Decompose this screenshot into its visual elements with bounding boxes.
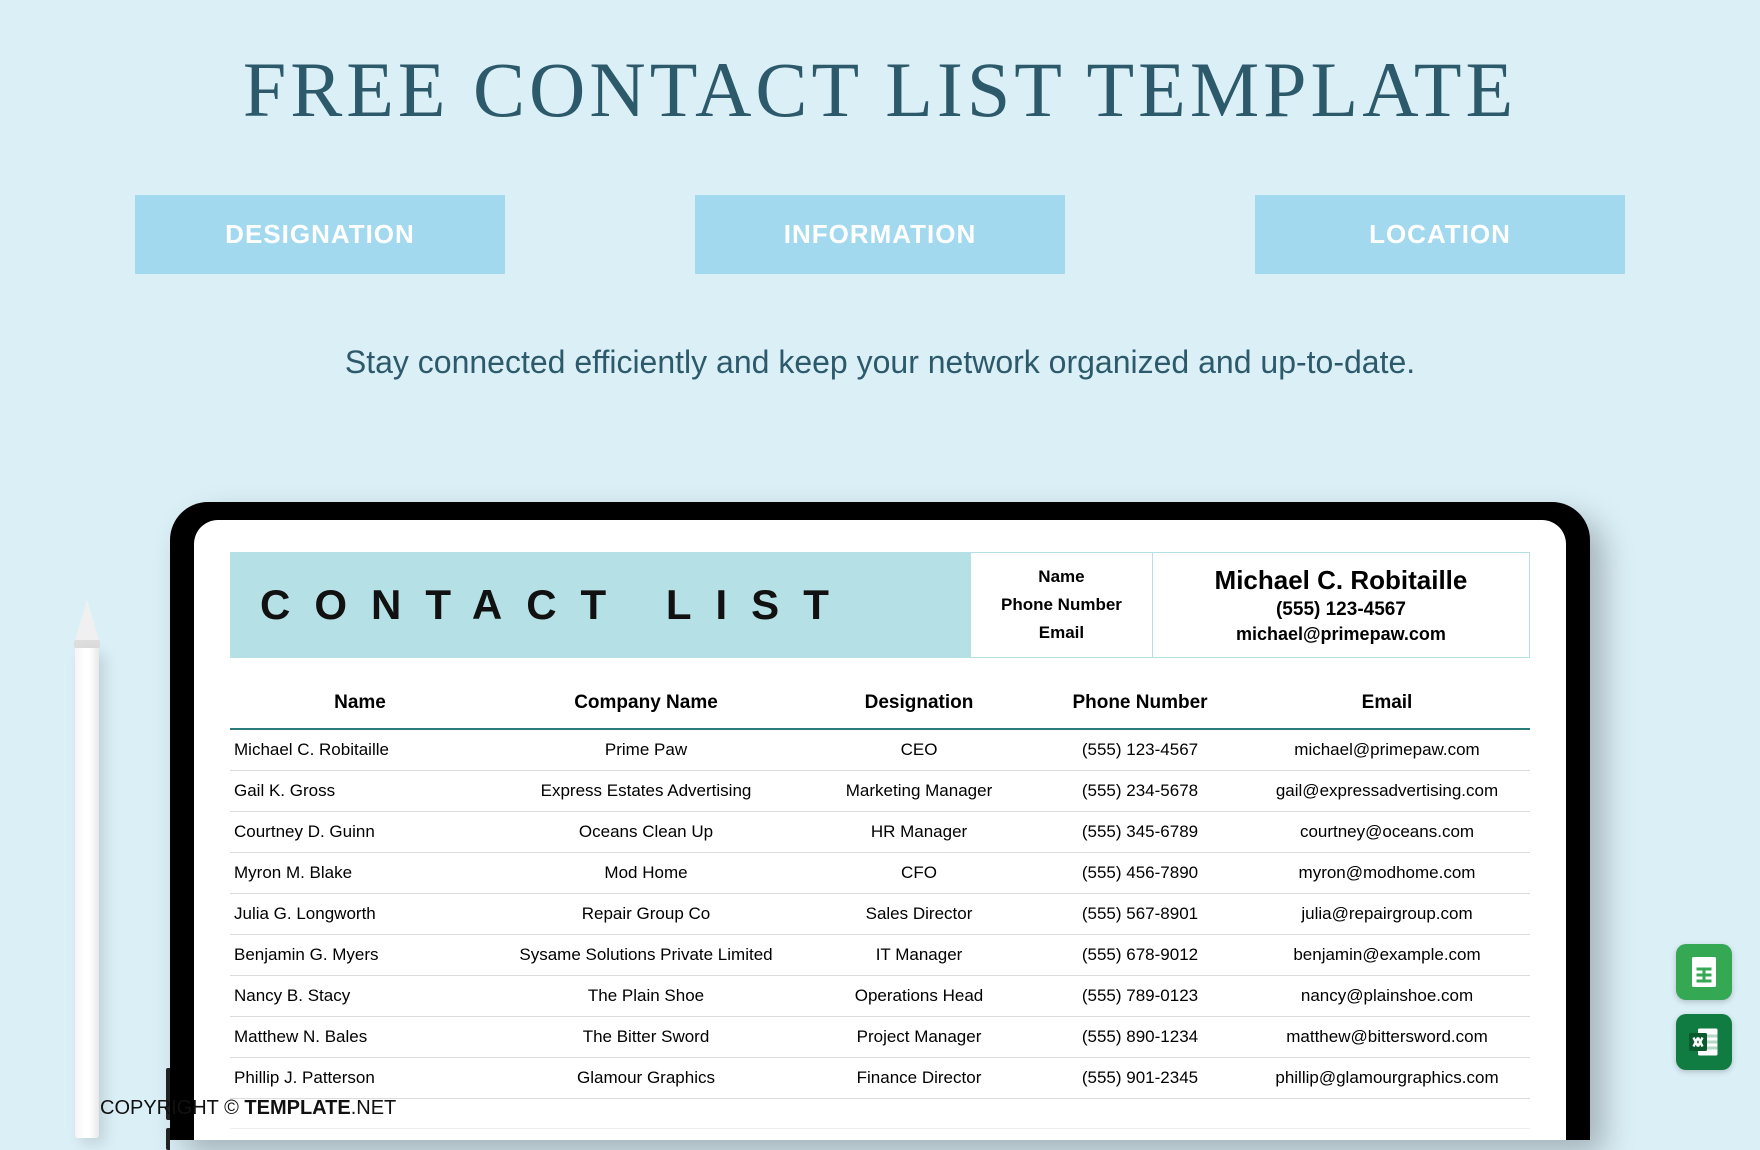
table-header-row: Name Company Name Designation Phone Numb…: [230, 678, 1530, 729]
cell-phone: (555) 345-6789: [1036, 812, 1244, 853]
cell-designation: Marketing Manager: [802, 771, 1036, 812]
table-row: Benjamin G. MyersSysame Solutions Privat…: [230, 935, 1530, 976]
col-company: Company Name: [490, 678, 802, 729]
cell-designation: IT Manager: [802, 935, 1036, 976]
col-name: Name: [230, 678, 490, 729]
page-title: FREE CONTACT LIST TEMPLATE: [0, 0, 1760, 135]
owner-info-block: Name Phone Number Email Michael C. Robit…: [970, 552, 1530, 658]
cell-company: Express Estates Advertising: [490, 771, 802, 812]
cell-name: Nancy B. Stacy: [230, 976, 490, 1017]
cell-phone: (555) 890-1234: [1036, 1017, 1244, 1058]
cell-company: The Plain Shoe: [490, 976, 802, 1017]
cell-company: Oceans Clean Up: [490, 812, 802, 853]
cell-name: Julia G. Longworth: [230, 894, 490, 935]
cell-designation: CEO: [802, 729, 1036, 771]
pill-location: LOCATION: [1255, 195, 1625, 274]
tagline: Stay connected efficiently and keep your…: [0, 344, 1760, 381]
owner-label-email: Email: [1001, 619, 1122, 647]
owner-label-name: Name: [1001, 563, 1122, 591]
copyright: COPYRIGHT © TEMPLATE.NET: [100, 1097, 396, 1120]
table-row: Nancy B. StacyThe Plain ShoeOperations H…: [230, 976, 1530, 1017]
cell-name: Phillip J. Patterson: [230, 1058, 490, 1099]
stylus-pencil: [72, 600, 102, 1140]
col-phone: Phone Number: [1036, 678, 1244, 729]
table-row: Phillip J. PattersonGlamour GraphicsFina…: [230, 1058, 1530, 1099]
document-heading: CONTACT LIST: [260, 581, 853, 629]
cell-phone: (555) 789-0123: [1036, 976, 1244, 1017]
cell-company: Prime Paw: [490, 729, 802, 771]
cell-name: Gail K. Gross: [230, 771, 490, 812]
table-row: Julia G. LongworthRepair Group CoSales D…: [230, 894, 1530, 935]
cell-email: benjamin@example.com: [1244, 935, 1530, 976]
cell-designation: CFO: [802, 853, 1036, 894]
cell-email: myron@modhome.com: [1244, 853, 1530, 894]
cell-company: The Bitter Sword: [490, 1017, 802, 1058]
cell-email: gail@expressadvertising.com: [1244, 771, 1530, 812]
cell-email: phillip@glamourgraphics.com: [1244, 1058, 1530, 1099]
document-screen: CONTACT LIST Name Phone Number Email Mic…: [194, 520, 1566, 1140]
owner-email: michael@primepaw.com: [1236, 624, 1446, 645]
cell-company: Sysame Solutions Private Limited: [490, 935, 802, 976]
owner-name: Michael C. Robitaille: [1215, 565, 1468, 596]
cell-phone: (555) 234-5678: [1036, 771, 1244, 812]
cell-designation: Sales Director: [802, 894, 1036, 935]
cell-email: matthew@bittersword.com: [1244, 1017, 1530, 1058]
pill-designation: DESIGNATION: [135, 195, 505, 274]
cell-designation: HR Manager: [802, 812, 1036, 853]
col-designation: Designation: [802, 678, 1036, 729]
cell-designation: Project Manager: [802, 1017, 1036, 1058]
cell-phone: (555) 901-2345: [1036, 1058, 1244, 1099]
table-row: Myron M. BlakeMod HomeCFO(555) 456-7890m…: [230, 853, 1530, 894]
cell-name: Benjamin G. Myers: [230, 935, 490, 976]
tablet-mockup: CONTACT LIST Name Phone Number Email Mic…: [170, 502, 1590, 1140]
owner-phone: (555) 123-4567: [1276, 599, 1406, 621]
google-sheets-icon[interactable]: [1676, 944, 1732, 1000]
cell-company: Repair Group Co: [490, 894, 802, 935]
cell-phone: (555) 567-8901: [1036, 894, 1244, 935]
table-row: Michael C. RobitaillePrime PawCEO(555) 1…: [230, 729, 1530, 771]
cell-name: Courtney D. Guinn: [230, 812, 490, 853]
cell-email: nancy@plainshoe.com: [1244, 976, 1530, 1017]
cell-designation: Finance Director: [802, 1058, 1036, 1099]
pill-information: INFORMATION: [695, 195, 1065, 274]
table-row: Matthew N. BalesThe Bitter SwordProject …: [230, 1017, 1530, 1058]
contact-table: Name Company Name Designation Phone Numb…: [230, 678, 1530, 1140]
feature-pills: DESIGNATION INFORMATION LOCATION: [0, 195, 1760, 274]
cell-email: michael@primepaw.com: [1244, 729, 1530, 771]
owner-label-phone: Phone Number: [1001, 591, 1122, 619]
document-title-block: CONTACT LIST: [230, 552, 970, 658]
cell-phone: (555) 456-7890: [1036, 853, 1244, 894]
cell-email: julia@repairgroup.com: [1244, 894, 1530, 935]
cell-name: Michael C. Robitaille: [230, 729, 490, 771]
col-email: Email: [1244, 678, 1530, 729]
empty-row: [230, 1129, 1530, 1141]
cell-phone: (555) 123-4567: [1036, 729, 1244, 771]
microsoft-excel-icon[interactable]: [1676, 1014, 1732, 1070]
cell-company: Mod Home: [490, 853, 802, 894]
cell-email: courtney@oceans.com: [1244, 812, 1530, 853]
empty-row: [230, 1099, 1530, 1129]
cell-company: Glamour Graphics: [490, 1058, 802, 1099]
cell-phone: (555) 678-9012: [1036, 935, 1244, 976]
table-row: Gail K. GrossExpress Estates Advertising…: [230, 771, 1530, 812]
cell-name: Matthew N. Bales: [230, 1017, 490, 1058]
cell-name: Myron M. Blake: [230, 853, 490, 894]
cell-designation: Operations Head: [802, 976, 1036, 1017]
table-row: Courtney D. GuinnOceans Clean UpHR Manag…: [230, 812, 1530, 853]
